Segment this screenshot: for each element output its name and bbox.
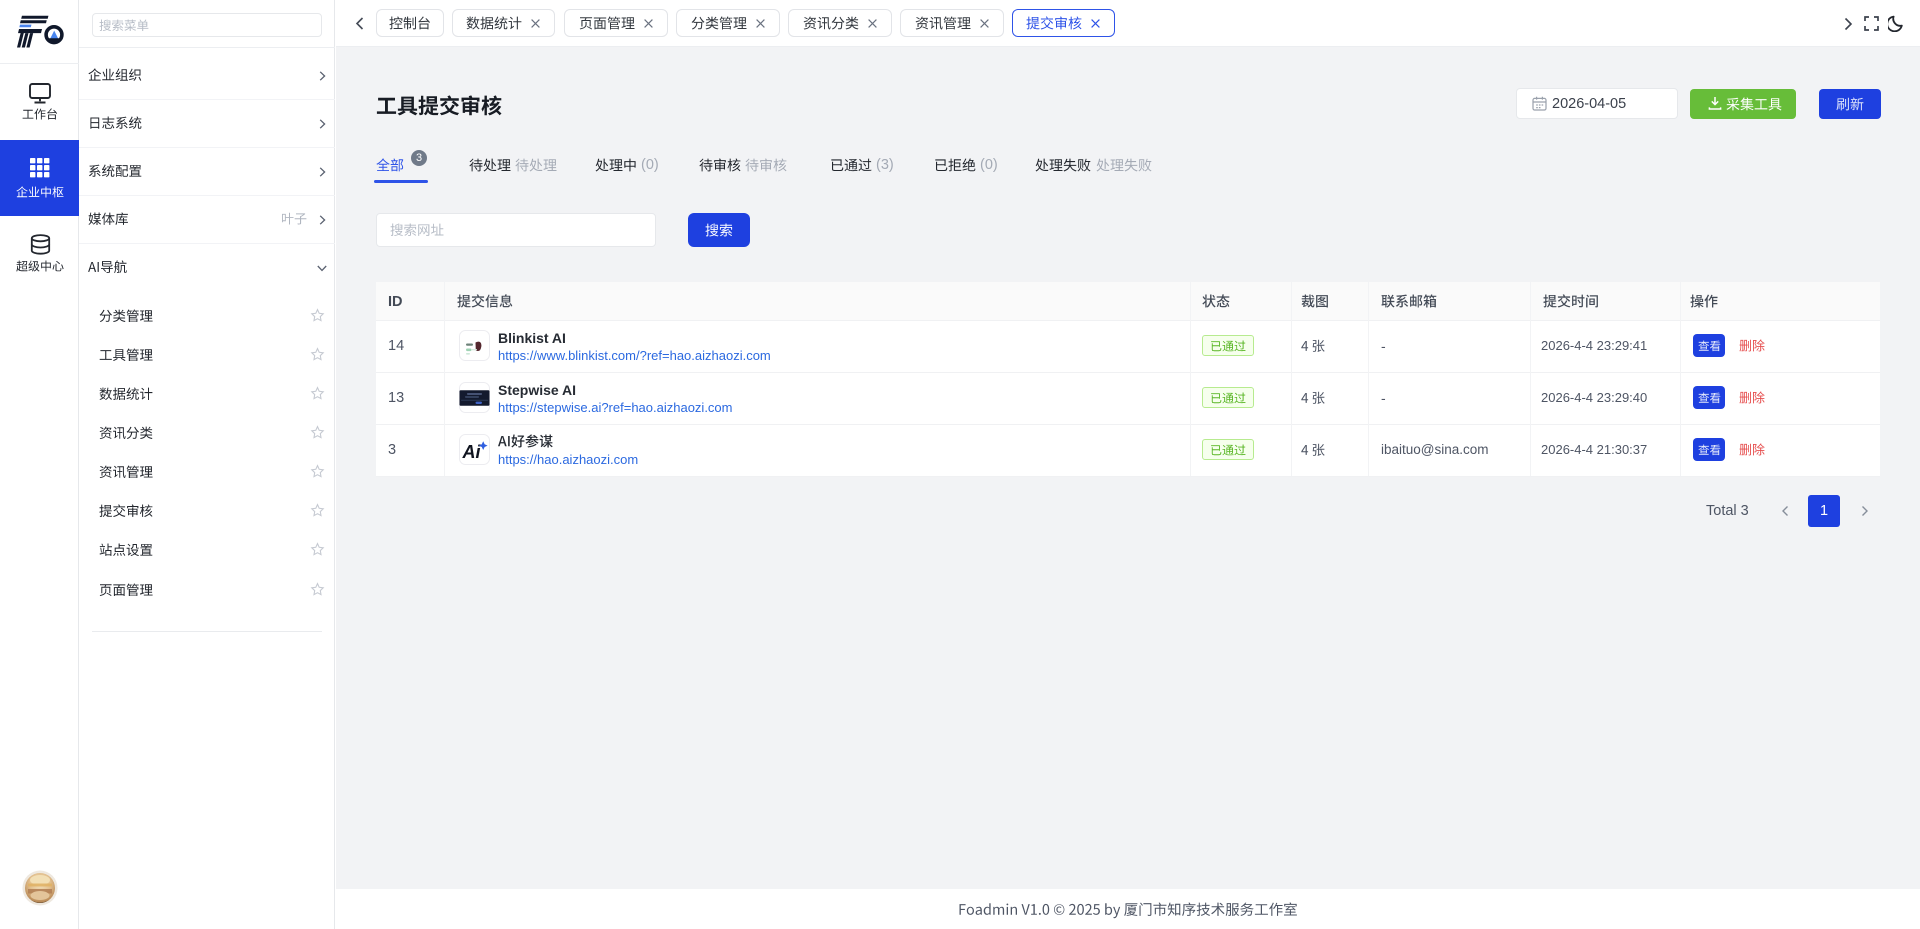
svg-text:Ai: Ai	[462, 442, 482, 462]
